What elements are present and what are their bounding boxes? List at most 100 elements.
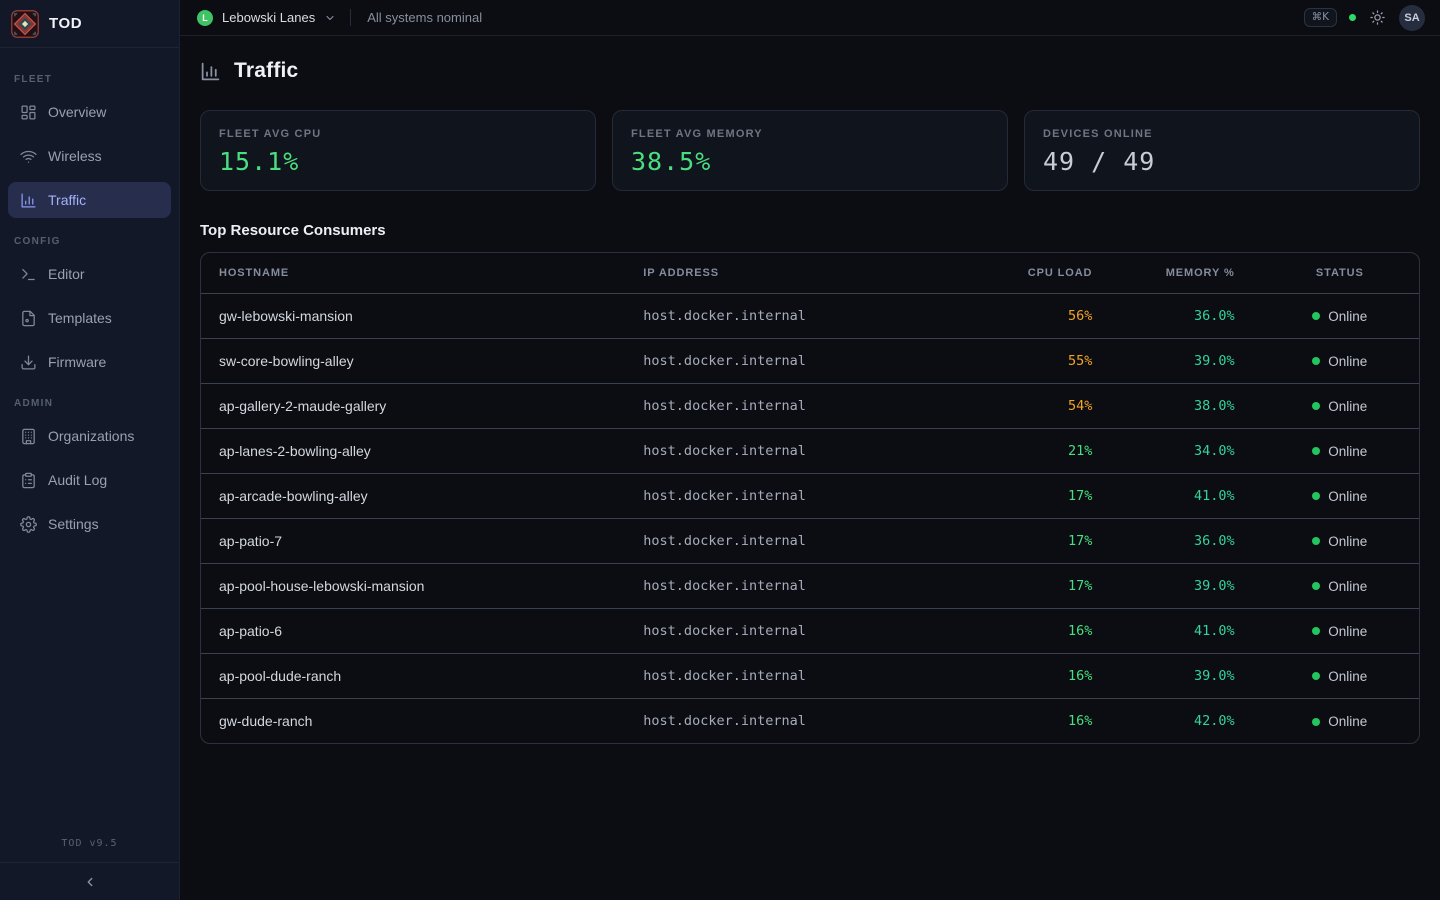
cell-cpu-load: 54% — [968, 383, 1108, 428]
table-row[interactable]: ap-pool-dude-ranchhost.docker.internal16… — [201, 653, 1419, 698]
cell-ip-address: host.docker.internal — [627, 653, 968, 698]
org-switcher[interactable]: L Lebowski Lanes — [197, 10, 336, 26]
wifi-icon — [20, 148, 37, 165]
sidebar-item-label: Overview — [48, 104, 106, 120]
bar-chart-icon — [200, 61, 221, 82]
status-text: Online — [1328, 669, 1367, 684]
table-row[interactable]: ap-patio-6host.docker.internal16%41.0%On… — [201, 608, 1419, 653]
cell-hostname: gw-dude-ranch — [201, 698, 627, 743]
sidebar-item-audit-log[interactable]: Audit Log — [8, 462, 171, 498]
cell-status: Online — [1261, 383, 1419, 428]
cell-cpu-load: 17% — [968, 473, 1108, 518]
sidebar-item-settings[interactable]: Settings — [8, 506, 171, 542]
sidebar-item-firmware[interactable]: Firmware — [8, 344, 171, 380]
sidebar-item-organizations[interactable]: Organizations — [8, 418, 171, 454]
grid-icon — [20, 104, 37, 121]
status-badge: Online — [1312, 444, 1367, 459]
cell-ip-address: host.docker.internal — [627, 473, 968, 518]
table-row[interactable]: ap-arcade-bowling-alleyhost.docker.inter… — [201, 473, 1419, 518]
theme-toggle-button[interactable] — [1368, 8, 1387, 27]
sidebar-item-label: Wireless — [48, 148, 102, 164]
status-text: Online — [1328, 489, 1367, 504]
sidebar-item-overview[interactable]: Overview — [8, 94, 171, 130]
table-body: gw-lebowski-mansionhost.docker.internal5… — [201, 293, 1419, 743]
cell-memory: 38.0% — [1108, 383, 1260, 428]
cell-hostname: ap-gallery-2-maude-gallery — [201, 383, 627, 428]
cell-memory: 41.0% — [1108, 608, 1260, 653]
page-content: Traffic FLEET AVG CPU15.1%FLEET AVG MEMO… — [180, 36, 1440, 764]
file-icon — [20, 310, 37, 327]
table-row[interactable]: gw-lebowski-mansionhost.docker.internal5… — [201, 293, 1419, 338]
status-text: Online — [1328, 714, 1367, 729]
cell-cpu-load: 16% — [968, 653, 1108, 698]
sidebar: TOD FLEETOverviewWirelessTrafficCONFIGEd… — [0, 0, 180, 900]
app-root: TOD FLEETOverviewWirelessTrafficCONFIGEd… — [0, 0, 1440, 900]
cell-status: Online — [1261, 428, 1419, 473]
status-text: Online — [1328, 624, 1367, 639]
cell-status: Online — [1261, 563, 1419, 608]
cell-memory: 36.0% — [1108, 518, 1260, 563]
column-header-ip-address: IP ADDRESS — [627, 253, 968, 293]
cell-status: Online — [1261, 293, 1419, 338]
cell-cpu-load: 56% — [968, 293, 1108, 338]
table-row[interactable]: ap-gallery-2-maude-galleryhost.docker.in… — [201, 383, 1419, 428]
status-text: Online — [1328, 534, 1367, 549]
cell-status: Online — [1261, 473, 1419, 518]
gear-icon — [20, 516, 37, 533]
online-dot-icon — [1312, 537, 1320, 545]
status-badge: Online — [1312, 354, 1367, 369]
column-header-cpu-load: CPU LOAD — [968, 253, 1108, 293]
sidebar-item-label: Settings — [48, 516, 99, 532]
app-logo-icon — [11, 10, 39, 38]
stat-card-fleet-avg-cpu: FLEET AVG CPU15.1% — [200, 110, 596, 191]
cell-ip-address: host.docker.internal — [627, 518, 968, 563]
cell-hostname: ap-pool-house-lebowski-mansion — [201, 563, 627, 608]
cell-ip-address: host.docker.internal — [627, 338, 968, 383]
sidebar-item-editor[interactable]: Editor — [8, 256, 171, 292]
chevron-down-icon — [324, 12, 336, 24]
download-icon — [20, 354, 37, 371]
sidebar-item-templates[interactable]: Templates — [8, 300, 171, 336]
status-badge: Online — [1312, 579, 1367, 594]
column-header-status: STATUS — [1261, 253, 1419, 293]
table-row[interactable]: ap-patio-7host.docker.internal17%36.0%On… — [201, 518, 1419, 563]
sidebar-item-label: Editor — [48, 266, 85, 282]
status-text: Online — [1328, 444, 1367, 459]
table-row[interactable]: ap-pool-house-lebowski-mansionhost.docke… — [201, 563, 1419, 608]
cell-status: Online — [1261, 338, 1419, 383]
topbar-divider — [350, 9, 351, 26]
cell-memory: 34.0% — [1108, 428, 1260, 473]
sidebar-item-label: Organizations — [48, 428, 134, 444]
table-row[interactable]: sw-core-bowling-alleyhost.docker.interna… — [201, 338, 1419, 383]
stat-value: 49 / 49 — [1043, 147, 1401, 176]
sidebar-section-label-config: CONFIG — [14, 236, 165, 247]
command-palette-shortcut[interactable]: ⌘K — [1304, 8, 1337, 27]
online-dot-icon — [1312, 627, 1320, 635]
sidebar-item-wireless[interactable]: Wireless — [8, 138, 171, 174]
online-dot-icon — [1312, 402, 1320, 410]
column-header-hostname: HOSTNAME — [201, 253, 627, 293]
online-dot-icon — [1312, 582, 1320, 590]
sidebar-item-label: Templates — [48, 310, 112, 326]
sidebar-item-traffic[interactable]: Traffic — [8, 182, 171, 218]
user-avatar[interactable]: SA — [1399, 5, 1425, 31]
chevron-left-icon — [83, 875, 97, 889]
sidebar-item-label: Audit Log — [48, 472, 107, 488]
stat-cards: FLEET AVG CPU15.1%FLEET AVG MEMORY38.5%D… — [200, 110, 1420, 191]
status-badge: Online — [1312, 309, 1367, 324]
status-badge: Online — [1312, 714, 1367, 729]
app-logo[interactable]: TOD — [0, 0, 179, 48]
cell-ip-address: host.docker.internal — [627, 608, 968, 653]
table-row[interactable]: ap-lanes-2-bowling-alleyhost.docker.inte… — [201, 428, 1419, 473]
cell-memory: 36.0% — [1108, 293, 1260, 338]
main-area: L Lebowski Lanes All systems nominal ⌘K — [180, 0, 1440, 900]
table-row[interactable]: gw-dude-ranchhost.docker.internal16%42.0… — [201, 698, 1419, 743]
stat-card-devices-online: DEVICES ONLINE49 / 49 — [1024, 110, 1420, 191]
online-dot-icon — [1312, 312, 1320, 320]
column-header-memory-pct: MEMORY % — [1108, 253, 1260, 293]
sidebar-collapse-button[interactable] — [79, 871, 101, 893]
org-avatar: L — [197, 10, 213, 26]
cell-ip-address: host.docker.internal — [627, 563, 968, 608]
cell-memory: 41.0% — [1108, 473, 1260, 518]
status-text: Online — [1328, 354, 1367, 369]
